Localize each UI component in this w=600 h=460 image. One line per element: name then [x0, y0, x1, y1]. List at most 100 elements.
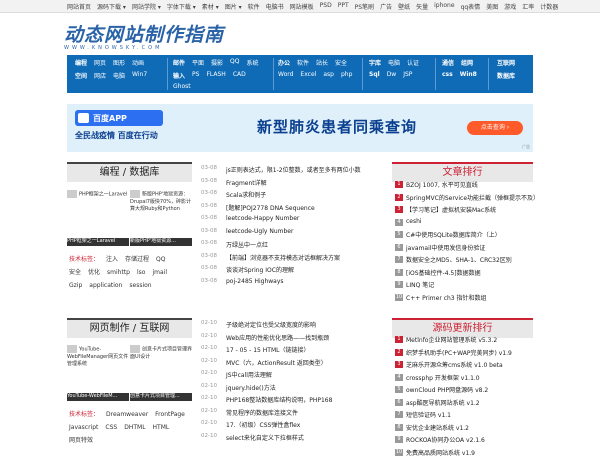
tag-link[interactable]: Javascript — [69, 424, 98, 431]
rank-title[interactable]: BZOJ 1007, 水平可见直线 — [406, 180, 478, 189]
top-link[interactable]: PSD — [320, 2, 332, 11]
nav-link[interactable]: Excel — [300, 71, 316, 83]
rank-title[interactable]: ROCKOA协同办公OA v2.1.6 — [406, 435, 485, 444]
rank-title[interactable]: 织梦手机助手(PC+WAP完美同步) v1.9 — [406, 348, 512, 357]
nav-link[interactable]: 系统 — [247, 58, 259, 70]
top-link[interactable]: PPT — [338, 2, 349, 11]
item-title[interactable]: 17.（初级）CSS弹性盒flex — [226, 420, 300, 429]
article-thumb[interactable]: PHP框架之一Laravel PHP框架之一Laravel — [67, 190, 129, 244]
item-title[interactable]: Fragment详解 — [226, 178, 267, 187]
item-title[interactable]: leetcode-Happy Number — [226, 215, 299, 222]
item-title[interactable]: 谈谈对Spring IOC的理解 — [226, 265, 294, 274]
nav-link[interactable]: 图形 — [113, 58, 125, 70]
top-link[interactable]: 美图 — [486, 2, 498, 11]
item-title[interactable]: Scala求和例子 — [226, 190, 266, 199]
rank-title[interactable]: Metlnfo企业网站管理系统 v5.3.2 — [406, 335, 497, 344]
top-link[interactable]: iphone — [434, 2, 454, 11]
nav-link[interactable]: QQ — [230, 58, 239, 70]
tag-link[interactable]: 网页特效 — [69, 437, 93, 444]
item-title[interactable]: MVC（六，ActionResult 返回类型） — [226, 358, 327, 367]
nav-link[interactable]: 数据库 — [497, 71, 515, 83]
top-link[interactable]: 素材 ▾ — [202, 2, 219, 11]
nav-link[interactable]: 互联网 — [497, 58, 515, 70]
top-link[interactable]: qq表情 — [461, 2, 481, 11]
item-title[interactable]: PHP168整站数据库结构说明，PHP168 — [226, 395, 332, 404]
top-link[interactable]: 壁纸 — [398, 2, 410, 11]
nav-link[interactable]: 认证 — [407, 58, 419, 70]
item-title[interactable]: js正则表达式，限1-2位整数，或者至多有两位小数 — [226, 165, 361, 174]
nav-link[interactable]: 编程 — [75, 58, 87, 70]
tag-link[interactable]: lso — [137, 269, 145, 276]
nav-link[interactable]: Sql — [369, 71, 380, 83]
top-link[interactable]: 图片 ▾ — [225, 2, 242, 11]
rank-title[interactable]: ownCloud PHP网盘源码 v8.2 — [406, 385, 488, 394]
top-link[interactable]: 广告 — [380, 2, 392, 11]
top-link[interactable]: 源码下载 ▾ — [97, 2, 126, 11]
rank-title[interactable]: [iOS基础控件-4.5]数据数据 — [406, 268, 481, 277]
rank-title[interactable]: LINQ 笔记 — [406, 280, 434, 289]
nav-link[interactable]: css — [442, 71, 453, 83]
item-title[interactable]: 常见程序的数据库连接文件 — [226, 408, 298, 417]
item-title[interactable]: 子级绝对定位也受父级宽度的影响 — [226, 320, 316, 329]
nav-link[interactable]: Word — [278, 71, 293, 83]
nav-link[interactable]: 空间 — [75, 71, 87, 83]
item-title[interactable]: poj-2485 Highways — [226, 278, 284, 285]
rank-title[interactable]: SpringMVC的Service功能拦截（弹框提示不及） — [406, 193, 539, 202]
nav-link[interactable]: 安全 — [335, 58, 347, 70]
tag-link[interactable]: smihttp — [107, 269, 130, 276]
ad-banner[interactable]: 百度APP 全民战疫情 百度在行动 新型肺炎患者同乘查询 点击查询 › 广告 — [67, 104, 533, 152]
tag-link[interactable]: DHTML — [124, 424, 145, 431]
tag-link[interactable]: 存储过程 — [125, 256, 149, 263]
rank-title[interactable]: crossphp 开发框架 v1.1.0 — [406, 373, 480, 382]
nav-link[interactable]: JSP — [403, 71, 412, 83]
nav-link[interactable]: 邮件 — [173, 58, 185, 70]
tag-link[interactable]: 安全 — [69, 269, 81, 276]
top-link[interactable]: 字体下载 ▾ — [167, 2, 196, 11]
nav-link[interactable]: Win8 — [460, 71, 477, 83]
top-link[interactable]: 游戏 — [504, 2, 516, 11]
top-link[interactable]: 软件 — [248, 2, 260, 11]
rank-title[interactable]: C++ Primer ch3 指针和数组 — [406, 293, 487, 302]
nav-link[interactable]: Win7 — [132, 71, 147, 83]
nav-link[interactable]: 动画 — [132, 58, 144, 70]
nav-link[interactable]: 摄影 — [211, 58, 223, 70]
tag-link[interactable]: CSS — [105, 424, 117, 431]
tag-link[interactable]: jmail — [152, 269, 167, 276]
tag-link[interactable]: HTML — [153, 424, 170, 431]
nav-link[interactable]: PS — [192, 71, 199, 83]
rank-title[interactable]: 【学习笔记】虚拟机安装Mac系统 — [406, 205, 496, 214]
nav-link[interactable]: 电脑 — [388, 58, 400, 70]
nav-link[interactable]: Dw — [387, 71, 397, 83]
nav-link[interactable]: 通信 — [442, 58, 454, 70]
tag-link[interactable]: FrontPage — [155, 411, 185, 418]
thumb-caption[interactable]: YouTube-WebFileM... — [67, 393, 129, 401]
section-title[interactable]: 编程 / 数据库 — [100, 167, 160, 178]
nav-link[interactable]: 输入 — [173, 71, 185, 83]
nav-link[interactable]: 字库 — [369, 58, 381, 70]
top-link[interactable]: 网站模板 — [290, 2, 314, 11]
item-title[interactable]: 万绿丛中一点红 — [226, 240, 268, 249]
item-title[interactable]: select来化自定义下拉框样式 — [226, 433, 304, 442]
nav-link[interactable]: 站长 — [316, 58, 328, 70]
nav-link[interactable]: asp — [323, 71, 334, 83]
section-title[interactable]: 网页制作 / 互联网 — [90, 323, 170, 334]
tag-link[interactable]: session — [129, 282, 151, 289]
item-title[interactable]: leetcode-Ugly Number — [226, 228, 293, 235]
rank-title[interactable]: ceshi — [406, 218, 422, 225]
rank-title[interactable]: 免费高品质网站系统 v1.9 — [406, 448, 475, 457]
nav-link[interactable]: php — [341, 71, 352, 83]
rank-title[interactable]: 安优企业建站系统 v1.2 — [406, 423, 469, 432]
top-link[interactable]: 电脑书 — [266, 2, 284, 11]
rank-title[interactable]: C#中使用SQLite数据库简介（上） — [406, 230, 501, 239]
rank-title[interactable]: 短信验证码 v1.1 — [406, 410, 451, 419]
rank-title[interactable]: javamail中使用发信身份验证 — [406, 243, 485, 252]
nav-link[interactable]: 平面 — [192, 58, 204, 70]
item-title[interactable]: 17 - 05 - 15 HTML（链链接） — [226, 345, 309, 354]
article-thumb[interactable]: YouTube-WebFileManager网页文件管理系统 YouTube-W… — [67, 345, 129, 399]
nav-link[interactable]: FLASH — [206, 71, 225, 83]
tag-link[interactable]: application — [89, 282, 122, 289]
top-link[interactable]: 计数器 — [540, 2, 558, 11]
nav-link[interactable]: 电脑 — [113, 71, 125, 83]
article-thumb[interactable]: 新版PHP'地狱资源：Drupal7版快70%，碎影计算大规Ruby和Pytho… — [130, 190, 192, 244]
item-title[interactable]: Web应用的性能优化思路——找到瓶颈 — [226, 333, 329, 342]
